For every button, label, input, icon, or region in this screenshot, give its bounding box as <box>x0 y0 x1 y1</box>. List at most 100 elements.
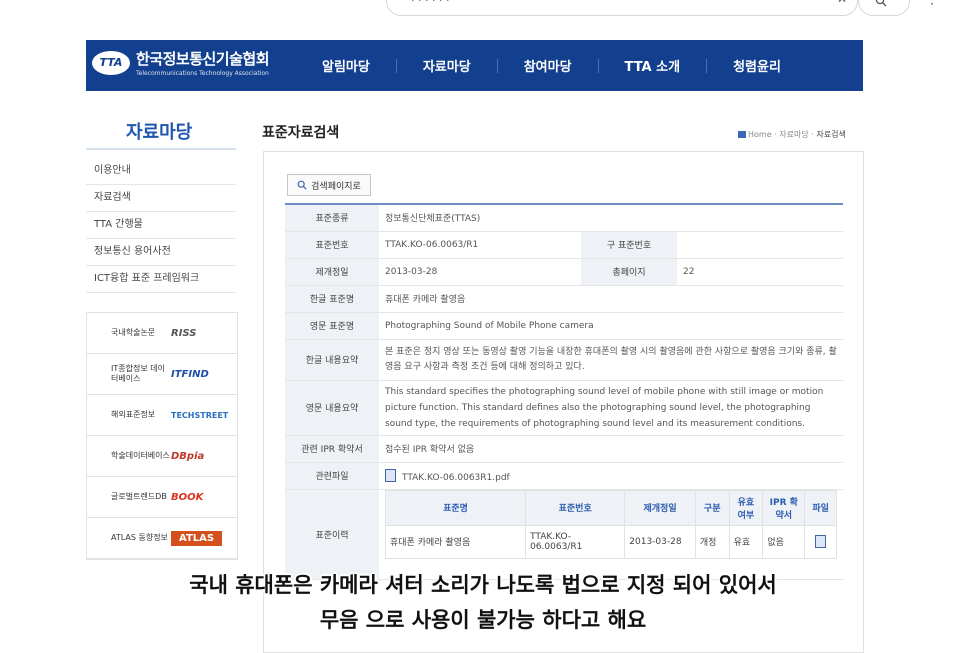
row-label: 제개정일 <box>285 258 379 286</box>
history-table: 표준명 표준번호 제개정일 구분 유효 여부 IPR 확약서 파일 휴대폰 카메… <box>384 489 837 559</box>
banner-book[interactable]: 글로벌트렌드DB BOOK <box>87 477 237 518</box>
site-header: TTA 한국정보통신기술협회 Telecommunications Techno… <box>86 40 863 91</box>
row-value <box>677 231 843 259</box>
breadcrumb-section[interactable]: 자료마당 <box>779 130 808 139</box>
banner-brand: ITFIND <box>171 368 209 380</box>
history-header: 유효 여부 <box>728 489 764 526</box>
divider <box>86 148 236 150</box>
history-file[interactable] <box>804 524 837 559</box>
table-row: 한글 표준명 휴대폰 카메라 촬영음 <box>285 285 843 313</box>
banner-atlas[interactable]: ATLAS 동향정보 ATLAS <box>87 518 237 559</box>
nav-item-about[interactable]: TTA 소개 <box>599 56 707 75</box>
banner-itfind[interactable]: IT종합정보 데이터베이스 ITFIND <box>87 354 237 395</box>
table-row: 표준번호 TTAK.KO-06.0063/R1 구 표준번호 <box>285 231 843 259</box>
history-header: 파일 <box>804 489 837 526</box>
banner-label: 학술데이터베이스 <box>111 451 170 460</box>
banner-label: 해외표준정보 <box>111 410 156 419</box>
nav-item-notice[interactable]: 알림마당 <box>296 56 396 75</box>
history-header-row: 표준명 표준번호 제개정일 구분 유효 여부 IPR 확약서 파일 <box>384 489 837 526</box>
nav-item-resources[interactable]: 자료마당 <box>397 56 497 75</box>
home-icon <box>738 131 746 138</box>
breadcrumb-home[interactable]: Home <box>748 130 772 139</box>
banner-label: IT종합정보 데이터베이스 <box>111 364 165 383</box>
row-value: 휴대폰 카메라 촬영음 <box>379 285 843 313</box>
tta-logo[interactable]: TTA 한국정보통신기술협회 Telecommunications Techno… <box>92 48 270 77</box>
history-cell-ipr: 없음 <box>762 524 806 559</box>
back-to-search-button[interactable]: 검색페이지로 <box>287 174 371 196</box>
sidebar-menu: 이용안내 자료검색 TTA 간행물 정보통신 용어사전 ICT융합 표준 프레임… <box>86 158 236 293</box>
history-cell-kind: 개정 <box>694 524 730 559</box>
breadcrumb-current: 자료검색 <box>816 130 846 139</box>
sidebar-item-publications[interactable]: TTA 간행물 <box>86 212 236 239</box>
history-cell-name: 휴대폰 카메라 촬영음 <box>384 524 527 559</box>
browser-search-text: . . . . . . <box>411 0 449 4</box>
logo-english-name: Telecommunications Technology Associatio… <box>136 70 269 77</box>
banner-brand: ATLAS <box>171 530 223 546</box>
breadcrumb-sep: · <box>774 130 777 139</box>
banner-techstreet[interactable]: 해외표준정보 TECHSTREET <box>87 395 237 436</box>
history-header: 표준번호 <box>525 489 626 526</box>
banner-brand: DBpia <box>171 450 205 462</box>
sidebar-item-dictionary[interactable]: 정보통신 용어사전 <box>86 239 236 266</box>
row-value: 2013-03-28 <box>379 258 581 286</box>
row-label: 관련 IPR 확약서 <box>285 435 379 463</box>
row-value: TTAK.KO-06.0063/R1 <box>379 231 581 259</box>
history-header: 구분 <box>694 489 730 526</box>
row-value: 본 표준은 정지 영상 또는 동영상 촬영 기능을 내장한 휴대폰의 촬영 시의… <box>379 339 843 381</box>
close-icon[interactable]: ✕ <box>837 0 847 6</box>
browser-search-button[interactable] <box>858 0 910 16</box>
banner-label: 국내학술논문 <box>111 328 156 337</box>
subtitle-caption: 국내 휴대폰은 카메라 셔터 소리가 나도록 법으로 지정 되어 있어서 무음 … <box>0 568 966 638</box>
browser-search-input[interactable]: . . . . . . ✕ <box>386 0 858 16</box>
history-cell-date: 2013-03-28 <box>624 524 696 559</box>
sidebar-item-framework[interactable]: ICT융합 표준 프레임워크 <box>86 266 236 293</box>
nav-item-ethics[interactable]: 청렴윤리 <box>707 56 807 75</box>
table-row: 관련파일 TTAK.KO-06.0063R1.pdf <box>285 462 843 490</box>
sidebar-title: 자료마당 <box>126 122 193 143</box>
row-label: 표준번호 <box>285 231 379 259</box>
history-cell-number: TTAK.KO-06.0063/R1 <box>525 524 626 559</box>
table-row: 표준이력 표준명 표준번호 제개정일 구분 유효 여부 IPR 확약서 파일 휴… <box>285 489 843 580</box>
browser-top-bar: . . . . . . ✕ · <box>0 0 966 24</box>
search-icon <box>875 0 887 7</box>
file-icon <box>385 468 396 482</box>
sidebar-item-guide[interactable]: 이용안내 <box>86 158 236 185</box>
table-row: 한글 내용요약 본 표준은 정지 영상 또는 동영상 촬영 기능을 내장한 휴대… <box>285 339 843 381</box>
main-nav: 알림마당 자료마당 참여마당 TTA 소개 청렴윤리 <box>296 40 807 91</box>
row-label: 표준종류 <box>285 203 379 232</box>
back-to-search-label: 검색페이지로 <box>311 181 361 192</box>
file-icon[interactable] <box>815 534 827 548</box>
sidebar-item-search[interactable]: 자료검색 <box>86 185 236 212</box>
row-label: 관련파일 <box>285 462 379 490</box>
row-value: This standard specifies the photographin… <box>379 380 843 436</box>
breadcrumb: Home · 자료마당 · 자료검색 <box>738 129 846 140</box>
history-cell-valid: 유효 <box>728 524 764 559</box>
logo-korean-name: 한국정보통신기술협회 <box>136 50 270 68</box>
logo-mark: TTA <box>92 50 130 75</box>
history-header: 표준명 <box>384 489 527 526</box>
banner-dbpia[interactable]: 학술데이터베이스 DBpia <box>87 436 237 477</box>
file-name[interactable]: TTAK.KO-06.0063R1.pdf <box>402 473 510 483</box>
row-label: 한글 표준명 <box>285 285 379 313</box>
row-value: 접수된 IPR 확약서 없음 <box>379 435 843 463</box>
row-value: 정보통신단체표준(TTAS) <box>379 203 843 232</box>
row-label: 표준이력 <box>285 489 379 580</box>
history-header: IPR 확약서 <box>762 489 806 526</box>
table-row: 제개정일 2013-03-28 총페이지 22 <box>285 258 843 286</box>
caption-line: 무음 으로 사용이 불가능 하다고 해요 <box>319 608 647 632</box>
banner-label: 글로벌트렌드DB <box>111 492 167 501</box>
row-value: 22 <box>677 258 843 286</box>
row-label: 총페이지 <box>581 258 677 286</box>
row-label: 영문 표준명 <box>285 312 379 340</box>
nav-item-participation[interactable]: 참여마당 <box>498 56 598 75</box>
table-row: 표준종류 정보통신단체표준(TTAS) <box>285 203 843 232</box>
table-row: 휴대폰 카메라 촬영음 TTAK.KO-06.0063/R1 2013-03-2… <box>384 524 837 559</box>
banner-riss[interactable]: 국내학술논문 RISS <box>87 313 237 354</box>
table-row: 영문 내용요약 This standard specifies the phot… <box>285 380 843 436</box>
partner-banners: 국내학술논문 RISS IT종합정보 데이터베이스 ITFIND 해외표준정보 … <box>86 312 238 560</box>
breadcrumb-sep: · <box>811 130 814 139</box>
page-title: 표준자료검색 <box>262 125 340 141</box>
banner-brand: RISS <box>171 327 197 339</box>
file-link[interactable]: TTAK.KO-06.0063R1.pdf <box>379 462 843 490</box>
standard-info-table: 표준종류 정보통신단체표준(TTAS) 표준번호 TTAK.KO-06.0063… <box>285 203 843 580</box>
